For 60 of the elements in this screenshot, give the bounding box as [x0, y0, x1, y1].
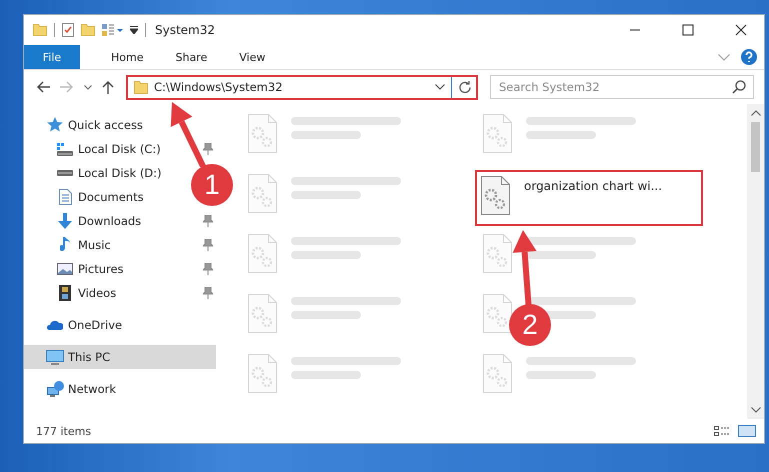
scroll-thumb[interactable] [751, 122, 760, 172]
blurred-file-type [291, 311, 361, 319]
sidebar-item[interactable]: Quick access [46, 113, 143, 137]
customize-icon[interactable] [130, 26, 138, 34]
sidebar-item[interactable]: This PC [24, 345, 216, 369]
music-note-icon [60, 237, 70, 253]
arrow [170, 102, 207, 167]
file-menu-button[interactable]: File [24, 45, 80, 69]
star-icon [47, 117, 63, 133]
window-title: System32 [154, 23, 216, 37]
sidebar-item[interactable]: Videos [56, 281, 116, 305]
file-item[interactable]: organization chart wi... [475, 170, 703, 226]
gear-file-icon [481, 176, 510, 215]
cloud-icon [47, 320, 63, 330]
scroll-up-icon[interactable] [750, 110, 760, 116]
up-icon[interactable] [102, 80, 114, 94]
refresh-icon[interactable] [458, 80, 472, 94]
blurred-file-type [526, 371, 596, 379]
sidebar-item[interactable]: Network [46, 377, 116, 401]
sidebar-item[interactable]: Local Disk (D:) [56, 161, 162, 185]
status-text: 177 items [36, 424, 92, 438]
sidebar-item[interactable]: Local Disk (C:) [56, 137, 161, 161]
sidebar-item[interactable]: OneDrive [46, 313, 122, 337]
recent-icon[interactable] [84, 84, 92, 90]
document-icon [58, 189, 72, 205]
sidebar-item[interactable]: Downloads [56, 209, 142, 233]
blurred-file-type [291, 371, 361, 379]
scroll-down-icon[interactable] [750, 407, 760, 413]
blurred-file-type [526, 131, 596, 139]
blurred-file-type [291, 191, 361, 199]
down-arrow-icon [58, 213, 72, 229]
film-icon [59, 285, 71, 301]
dropdown-icon[interactable] [435, 84, 445, 90]
network-icon [46, 381, 64, 397]
drive-icon [57, 142, 73, 156]
sidebar-item[interactable]: Music [56, 233, 111, 257]
search-field[interactable]: Search System32 [490, 75, 754, 99]
checklist-icon[interactable] [62, 23, 74, 37]
sidebar-item[interactable]: Documents [56, 185, 144, 209]
sidebar-item[interactable]: Pictures [56, 257, 124, 281]
back-icon[interactable] [36, 81, 50, 93]
file-name: organization chart wi... [524, 179, 662, 193]
ribbon-tab[interactable]: View [226, 45, 278, 69]
chevron-down-icon[interactable] [718, 54, 730, 60]
picture-icon [57, 263, 73, 275]
details-view-icon[interactable] [714, 426, 730, 436]
monitor-icon [46, 350, 64, 364]
large-icons-view-icon[interactable] [738, 425, 756, 437]
blurred-file-type [291, 251, 361, 259]
ribbon-tab[interactable]: Share [162, 45, 220, 69]
blurred-file-type [291, 131, 361, 139]
scrollbar[interactable] [747, 104, 764, 419]
ribbon-tab[interactable]: Home [98, 45, 156, 69]
drive-icon [57, 170, 73, 176]
view-icon[interactable] [102, 24, 123, 36]
blurred-file-type [526, 251, 596, 259]
help-icon[interactable] [740, 48, 758, 66]
address-field[interactable]: C:\Windows\System32 [126, 74, 478, 100]
folder-icon [134, 80, 148, 94]
address-path: C:\Windows\System32 [154, 80, 283, 94]
